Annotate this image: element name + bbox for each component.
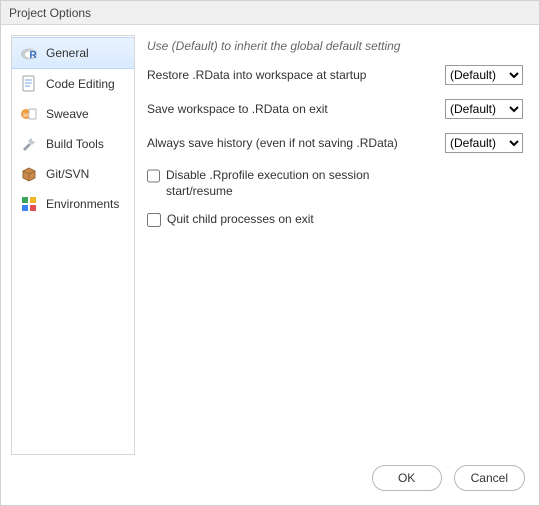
hint-text: Use (Default) to inherit the global defa… [147,39,523,53]
sidebar-item-label: Environments [46,197,119,211]
svg-text:knit: knit [23,113,33,119]
content-pane: Use (Default) to inherit the global defa… [147,35,529,455]
dialog-body: R General Code Editing [1,25,539,455]
r-logo-icon: R [20,44,38,62]
checkbox-quit-child[interactable] [147,213,161,227]
titlebar: Project Options [1,1,539,25]
row-restore-rdata: Restore .RData into workspace at startup… [147,65,523,85]
svg-text:R: R [30,50,38,61]
sidebar-item-git-svn[interactable]: Git/SVN [12,159,134,189]
checkbox-label: Quit child processes on exit [167,211,314,227]
sidebar-item-label: Git/SVN [46,167,89,181]
check-disable-rprofile[interactable]: Disable .Rprofile execution on session s… [147,167,407,199]
document-icon [20,75,38,93]
envs-icon [20,195,38,213]
check-quit-child[interactable]: Quit child processes on exit [147,211,407,227]
sidebar-item-environments[interactable]: Environments [12,189,134,219]
sweave-icon: knit [20,105,38,123]
project-options-dialog: Project Options R General [0,0,540,506]
sidebar-item-build-tools[interactable]: Build Tools [12,129,134,159]
sidebar-item-sweave[interactable]: knit Sweave [12,99,134,129]
select-restore-rdata[interactable]: (Default) [445,65,523,85]
sidebar-item-general[interactable]: R General [12,37,134,69]
row-save-history: Always save history (even if not saving … [147,133,523,153]
window-title: Project Options [9,6,91,20]
checkbox-label: Disable .Rprofile execution on session s… [166,167,407,199]
tools-icon [20,135,38,153]
ok-button[interactable]: OK [372,465,442,491]
select-save-history[interactable]: (Default) [445,133,523,153]
sidebar-item-label: Build Tools [46,137,104,151]
sidebar-item-label: Code Editing [46,77,115,91]
sidebar-item-label: Sweave [46,107,89,121]
package-icon [20,165,38,183]
sidebar-item-code-editing[interactable]: Code Editing [12,69,134,99]
row-label: Save workspace to .RData on exit [147,102,437,116]
select-save-workspace[interactable]: (Default) [445,99,523,119]
sidebar-item-label: General [46,46,89,60]
row-label: Always save history (even if not saving … [147,136,437,150]
checkbox-disable-rprofile[interactable] [147,169,160,183]
row-save-workspace: Save workspace to .RData on exit (Defaul… [147,99,523,119]
dialog-footer: OK Cancel [1,455,539,505]
cancel-button[interactable]: Cancel [454,465,525,491]
row-label: Restore .RData into workspace at startup [147,68,437,82]
sidebar: R General Code Editing [11,35,135,455]
